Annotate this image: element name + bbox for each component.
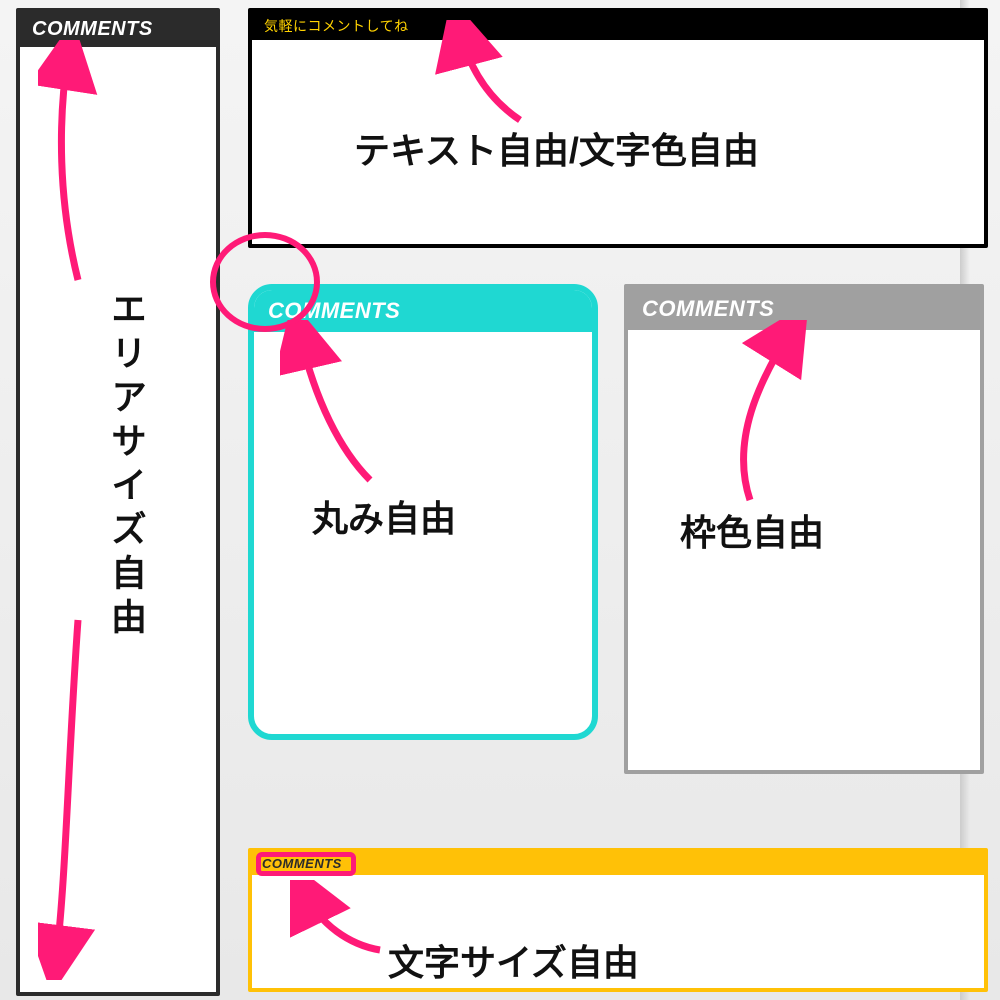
panel-header: COMMENTS: [20, 12, 216, 47]
circle-mark-icon: [210, 232, 320, 332]
annotation-roundness: 丸み自由: [312, 490, 456, 542]
annotation-text-color: テキスト自由/文字色自由: [354, 122, 759, 174]
box-mark-icon: [256, 852, 356, 876]
panel-header: COMMENTS: [252, 852, 984, 875]
annotation-area-size: エリアサイズ自由: [100, 290, 152, 642]
panel-header: 気軽にコメントしてね: [252, 12, 984, 40]
panel-header: COMMENTS: [628, 288, 980, 330]
annotation-font-size: 文字サイズ自由: [388, 934, 639, 986]
annotation-border-color: 枠色自由: [680, 504, 824, 556]
